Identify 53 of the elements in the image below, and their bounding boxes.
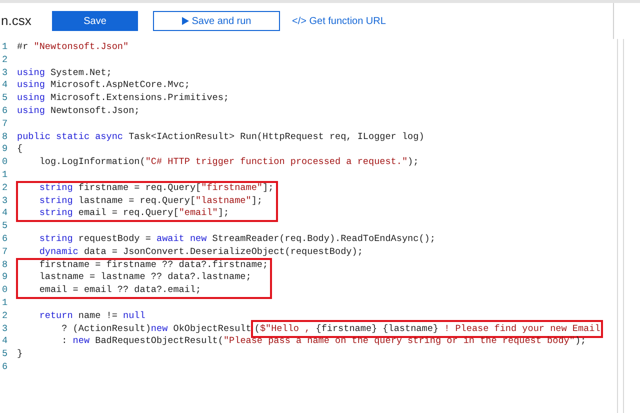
file-name: n.csx [0,12,32,30]
code-text: #r "Newtonsoft.Json" [17,41,129,54]
function-url-link[interactable]: </> Get function URL [292,14,386,28]
line-number: 5 [1,348,9,361]
line-number: 2 [1,54,9,67]
code-text: using System.Net; [17,66,112,80]
line-number: 4 [1,79,9,92]
line-number: 7 [1,246,9,259]
line-number: 1 [1,41,9,54]
code-text: string lastname = req.Query["lastname"]; [38,194,263,208]
code-text: { [17,143,23,156]
line-number: 9 [1,271,9,284]
code-text: string email = req.Query["email"]; [38,207,230,220]
code-text: lastname = lastname ?? data?.lastname; [38,271,252,284]
code-text: ? (ActionResult)new OkObjectResult [60,322,252,336]
code-text: email = email ?? data?.email; [38,284,202,297]
code-text: using Newtonsoft.Json; [17,104,140,118]
code-text: string requestBody = await new StreamReader(req.Body).ReadToEndAsync(); [38,232,436,246]
code-text: : new BadRequestObjectResult("Please pass a name on the query string or in the request body"); [60,335,586,348]
line-number: 5 [1,220,9,233]
line-number: 4 [1,207,9,220]
line-number: 4 [1,335,9,348]
highlighted-code: ($"Hello , {firstname} {lastname} ! Please find your new Email [254,322,600,336]
line-number: 9 [1,143,9,156]
play-icon [182,17,189,25]
line-number: 0 [1,156,9,169]
line-number: 6 [1,104,9,118]
code-text: firstname = firstname ?? data?.firstname; [38,258,268,272]
code-text: using Microsoft.AspNetCore.Mvc; [17,79,190,92]
line-number: 1 [1,168,9,182]
line-number: 8 [1,258,9,272]
code-text: } [17,348,23,361]
line-number: 3 [1,66,9,80]
line-number: 6 [1,232,9,246]
code-editor[interactable] [0,39,618,413]
line-number: 6 [1,360,9,374]
code-text: return name != null [38,310,146,323]
line-number: 3 [1,322,9,336]
code-text: string firstname = req.Query["firstname"]; [38,182,274,195]
code-text: public static async Task<IActionResult> Run(HttpRequest req, ILogger log) [17,130,424,144]
line-number: 2 [1,182,9,195]
code-text: dynamic data = JsonConvert.DeserializeObject(requestBody); [38,246,363,259]
save-and-run-button[interactable]: Save and run [153,11,280,31]
line-number: 0 [1,284,9,297]
line-number: 1 [1,296,9,310]
line-number: 2 [1,310,9,323]
code-text: log.LogInformation("C# HTTP trigger function processed a request."); [38,156,419,169]
line-number: 3 [1,194,9,208]
code-text: using Microsoft.Extensions.Primitives; [17,92,230,105]
line-number: 7 [1,118,9,131]
save-button[interactable]: Save [52,11,138,31]
line-number: 8 [1,130,9,144]
line-number: 5 [1,92,9,105]
